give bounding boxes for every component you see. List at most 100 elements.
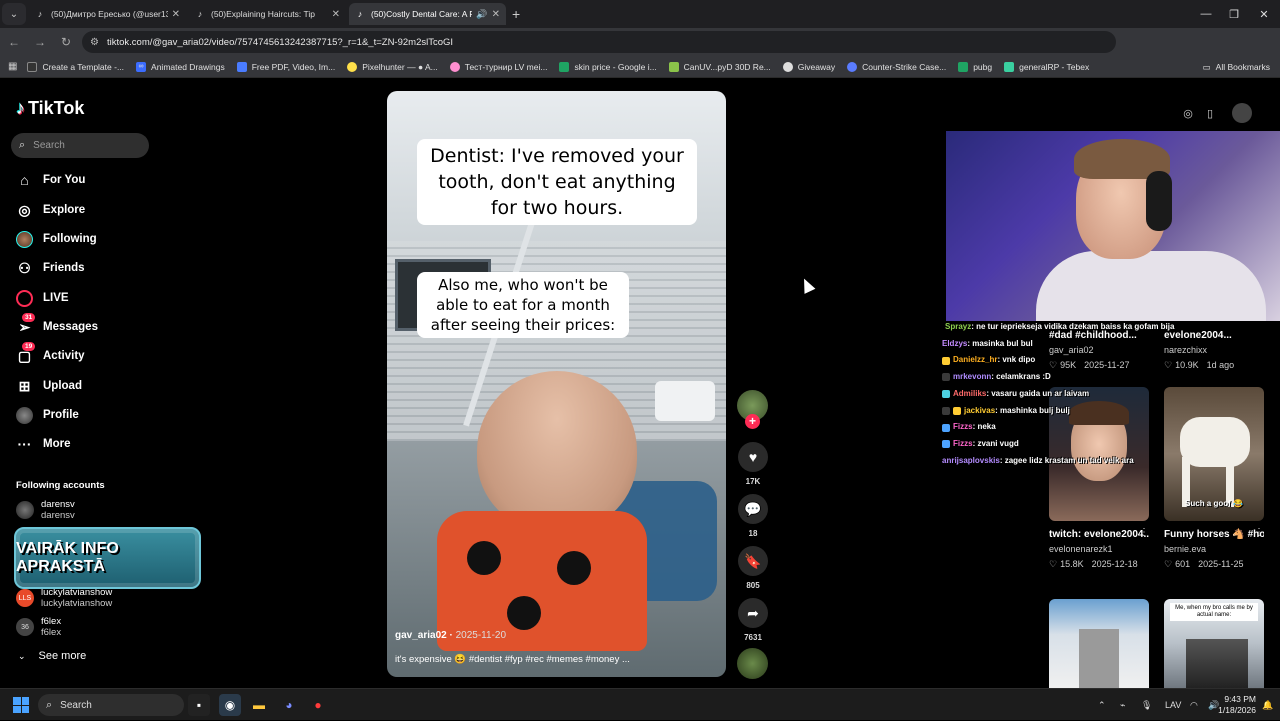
windows-start-icon[interactable] bbox=[13, 697, 29, 713]
more-options-icon[interactable]: ⋮ bbox=[1139, 527, 1149, 538]
search-input[interactable]: ⌕ Search bbox=[11, 133, 149, 158]
nav-messages[interactable]: ➢ 31 Messages bbox=[16, 312, 98, 337]
all-bookmarks-button[interactable]: ▭ All Bookmarks bbox=[1203, 56, 1270, 78]
music-disc-avatar[interactable] bbox=[737, 648, 768, 679]
badge-icon bbox=[942, 423, 950, 432]
browser-tab-1[interactable]: ♪ (50)Дмитро Ересько (@user13 ✕ bbox=[29, 3, 186, 25]
tray-chevron-icon[interactable]: ⌃ bbox=[1098, 689, 1106, 721]
restore-icon[interactable]: ❐ bbox=[1218, 0, 1250, 28]
apps-grid-icon[interactable]: ▦ bbox=[8, 61, 17, 72]
tiktok-logo[interactable]: ♪ TikTok bbox=[16, 98, 84, 119]
bookmark-item[interactable]: ∞ Animated Drawings bbox=[136, 61, 225, 72]
related-video-card[interactable] bbox=[1049, 599, 1149, 688]
bookmark-item[interactable]: Free PDF, Video, Im... bbox=[236, 61, 335, 72]
phone-icon[interactable]: ▯ bbox=[1200, 103, 1220, 123]
tebex-icon bbox=[1004, 61, 1015, 72]
bookmark-item[interactable]: pubg bbox=[958, 61, 992, 72]
new-tab-button[interactable]: + bbox=[512, 6, 520, 22]
url-field[interactable]: ⚙ tiktok.com/@gav_aria02/video/757474561… bbox=[82, 31, 1116, 53]
account-luckylatvianshow[interactable]: LLS luckylatvianshow luckylatvianshow bbox=[16, 587, 112, 609]
nav-label: Explore bbox=[43, 204, 86, 216]
chat-text: : masinka bul bul bbox=[967, 338, 1033, 348]
back-icon[interactable]: ← bbox=[2, 30, 26, 54]
discord-icon[interactable]: ◕ bbox=[278, 694, 300, 716]
video-player[interactable]: Dentist: I've removed your tooth, don't … bbox=[387, 91, 726, 677]
nav-live[interactable]: LIVE bbox=[16, 288, 69, 308]
nav-explore[interactable]: ◎ Explore bbox=[16, 200, 85, 220]
badge-icon bbox=[942, 373, 950, 382]
comment-count: 18 bbox=[748, 529, 758, 538]
taskbar-search-label: Search bbox=[60, 699, 92, 711]
card-stats: ♡ 601 2025-11-25 bbox=[1164, 557, 1264, 571]
account-f6lex[interactable]: 36 f6lex f6lex bbox=[16, 616, 61, 638]
video-date: 2025-11-20 bbox=[455, 630, 507, 641]
bookmark-item[interactable]: Create a Template -... bbox=[27, 61, 124, 72]
bookmark-label: CanUV...pyD 30D Re... bbox=[683, 61, 771, 72]
like-button[interactable]: ♥ 17K bbox=[737, 442, 769, 486]
logo-text: TikTok bbox=[28, 98, 85, 118]
close-tab-icon[interactable]: ✕ bbox=[492, 9, 500, 20]
site-info-icon[interactable]: ⚙ bbox=[90, 37, 99, 48]
save-count: 805 bbox=[746, 581, 760, 590]
save-button[interactable]: 🔖 805 bbox=[737, 546, 769, 590]
friends-icon: ⚇ bbox=[18, 259, 31, 276]
system-clock[interactable]: 9:43 PM 1/18/2026 bbox=[1218, 694, 1256, 716]
nav-profile[interactable]: Profile bbox=[16, 405, 79, 425]
notification-bell-icon[interactable]: 🔔 bbox=[1262, 689, 1273, 721]
user-avatar[interactable] bbox=[1232, 103, 1252, 123]
follow-plus-icon[interactable]: + bbox=[745, 414, 760, 429]
bookmark-item[interactable]: CanUV...pyD 30D Re... bbox=[668, 61, 771, 72]
card-user: narezchixx bbox=[1164, 345, 1208, 355]
nav-label: Activity bbox=[43, 350, 85, 362]
nav-following[interactable]: Following bbox=[16, 229, 97, 249]
language-indicator[interactable]: LAV bbox=[1165, 689, 1181, 721]
more-options-icon[interactable]: ⋮ bbox=[1254, 527, 1264, 538]
related-video-card[interactable]: Such a goof 😂 Funny horses 🐴 #horse#hors… bbox=[1164, 387, 1264, 571]
browser-tab-2[interactable]: ♪ (50)Explaining Haircuts: Tip ✕ bbox=[189, 3, 346, 25]
close-tab-icon[interactable]: ✕ bbox=[332, 9, 340, 20]
bookmark-item[interactable]: skin price - Google i... bbox=[559, 61, 657, 72]
card-stats: ♡ 10.9K 1d ago bbox=[1164, 358, 1264, 372]
tab-search-button[interactable]: ⌄ bbox=[2, 3, 26, 25]
browser-tab-3[interactable]: ♪ (50)Costly Dental Care: A Re 🔊 ✕ bbox=[349, 3, 506, 25]
folder-icon: ▭ bbox=[1202, 61, 1211, 72]
badge-icon bbox=[953, 406, 961, 415]
related-video-card[interactable]: evelone2004... narezchixx ♡ 10.9K 1d ago bbox=[1164, 320, 1264, 372]
bookmark-item[interactable]: Giveaway bbox=[782, 61, 835, 72]
nav-friends[interactable]: ⚇ Friends bbox=[16, 258, 84, 278]
share-button[interactable]: ➦ 7631 bbox=[737, 598, 769, 642]
network-icon[interactable]: ⌁ bbox=[1120, 689, 1125, 721]
task-view-icon[interactable]: ▪ bbox=[188, 694, 210, 716]
close-window-icon[interactable]: ✕ bbox=[1248, 0, 1280, 28]
chat-text: : celamkrans :D bbox=[991, 372, 1051, 382]
bookmark-item[interactable]: Тест-турнир LV mei... bbox=[449, 61, 547, 72]
recording-app-icon[interactable]: ● bbox=[307, 694, 329, 716]
see-more-button[interactable]: ⌄ See more bbox=[18, 650, 86, 662]
account-darensv[interactable]: darensv darensv bbox=[16, 499, 75, 521]
file-explorer-icon[interactable]: ▬ bbox=[248, 694, 270, 716]
chrome-icon[interactable]: ◉ bbox=[219, 694, 241, 716]
video-author[interactable]: gav_aria02 bbox=[395, 630, 447, 641]
forward-icon[interactable]: → bbox=[28, 30, 52, 54]
chat-text: : zagee lidz krastam un tad velk ara bbox=[999, 455, 1134, 465]
speaker-icon[interactable]: 🔊 bbox=[476, 9, 487, 20]
compass-icon[interactable]: ◎ bbox=[1178, 103, 1198, 123]
chat-text: : mashinka bulj bulj bbox=[995, 405, 1070, 415]
comment-button[interactable]: 💬 18 bbox=[737, 494, 769, 538]
video-description[interactable]: it's expensive 😆 #dentist #fyp #rec #mem… bbox=[395, 654, 630, 665]
nav-for-you[interactable]: ⌂ For You bbox=[16, 170, 85, 190]
bookmark-item[interactable]: generalRP - Tebex bbox=[1004, 61, 1089, 72]
bookmark-item[interactable]: Counter-Strike Case... bbox=[847, 61, 946, 72]
nav-upload[interactable]: ⊞ Upload bbox=[16, 376, 82, 396]
nav-more[interactable]: ··· More bbox=[16, 434, 71, 454]
badge-icon bbox=[942, 440, 950, 449]
related-video-card[interactable]: Me, when my bro calls me by actual name: bbox=[1164, 599, 1264, 688]
microphone-icon[interactable]: 🎙 bbox=[1141, 689, 1152, 721]
wifi-icon[interactable]: ◠ bbox=[1190, 689, 1198, 721]
reload-icon[interactable]: ↻ bbox=[54, 30, 78, 54]
bookmark-item[interactable]: Pixelhunter — ● A... bbox=[347, 61, 438, 72]
close-tab-icon[interactable]: ✕ bbox=[172, 9, 180, 20]
nav-activity[interactable]: ▢ 19 Activity bbox=[16, 341, 85, 366]
tournament-icon bbox=[449, 61, 460, 72]
taskbar-search-input[interactable]: ⌕ Search bbox=[38, 694, 184, 716]
